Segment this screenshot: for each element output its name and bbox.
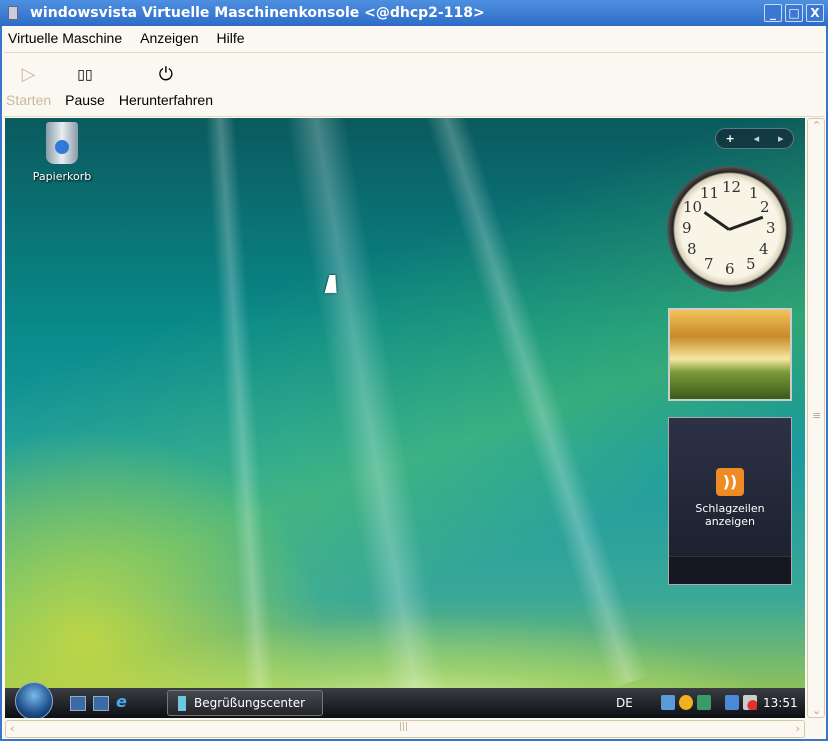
task-label: Begrüßungscenter bbox=[194, 696, 306, 710]
power-icon: ⏻ bbox=[158, 64, 174, 84]
clock-number: 2 bbox=[760, 198, 770, 216]
shutdown-label: Herunterfahren bbox=[118, 92, 214, 108]
horizontal-scrollbar[interactable]: ‹ ||| › bbox=[5, 720, 805, 738]
add-gadget-button[interactable]: + bbox=[725, 132, 734, 145]
language-indicator[interactable]: DE bbox=[616, 696, 633, 710]
clock-number: 1 bbox=[749, 184, 759, 202]
wallpaper-streak bbox=[285, 118, 449, 709]
toolbar: ▷ Starten ▯▯ Pause ⏻ Herunterfahren bbox=[6, 62, 213, 108]
feed-footer bbox=[669, 556, 791, 584]
shutdown-button[interactable]: ⏻ Herunterfahren bbox=[119, 62, 213, 108]
windows-update-icon[interactable] bbox=[661, 695, 675, 710]
prev-button[interactable]: ◂ bbox=[754, 132, 760, 145]
pause-button[interactable]: ▯▯ Pause bbox=[65, 62, 105, 108]
clock-number: 5 bbox=[746, 255, 756, 273]
clock-number: 8 bbox=[687, 240, 697, 258]
clock-number: 3 bbox=[766, 219, 776, 237]
window-title: windowsvista Virtuelle Maschinenkonsole … bbox=[30, 5, 485, 21]
pause-label: Pause bbox=[65, 92, 105, 108]
scroll-left-icon[interactable]: ‹ bbox=[10, 722, 14, 735]
maximize-button[interactable]: □ bbox=[785, 4, 803, 22]
defender-icon[interactable] bbox=[697, 695, 711, 710]
taskbar-item-welcome-center[interactable]: Begrüßungscenter bbox=[167, 690, 323, 716]
wallpaper-streak bbox=[205, 118, 279, 718]
internet-explorer-icon[interactable]: e bbox=[116, 692, 132, 711]
next-button[interactable]: ▸ bbox=[778, 132, 784, 145]
taskbar: e Begrüßungscenter DE 13:51 bbox=[5, 682, 805, 718]
clock-number: 6 bbox=[725, 260, 735, 278]
recycle-bin-icon[interactable]: Papierkorb bbox=[27, 122, 97, 183]
pause-icon: ▯▯ bbox=[77, 66, 93, 82]
clock-number: 9 bbox=[682, 219, 692, 237]
network-icon[interactable] bbox=[725, 695, 739, 710]
hour-hand bbox=[703, 211, 730, 231]
minute-hand bbox=[728, 215, 764, 231]
switch-windows-icon[interactable] bbox=[93, 696, 109, 711]
divider bbox=[4, 52, 824, 53]
divider bbox=[4, 116, 824, 117]
vertical-scrollbar[interactable]: ⌃ ≡ ⌄ bbox=[807, 118, 825, 718]
feed-gadget[interactable]: )) Schlagzeilen anzeigen bbox=[668, 417, 792, 585]
scroll-right-icon[interactable]: › bbox=[796, 722, 800, 735]
menu-virtual-machine[interactable]: Virtuelle Maschine bbox=[6, 30, 124, 50]
recycle-bin-label: Papierkorb bbox=[32, 170, 92, 183]
volume-muted-icon[interactable] bbox=[743, 695, 757, 710]
feed-label[interactable]: Schlagzeilen anzeigen bbox=[695, 502, 764, 528]
menu-view[interactable]: Anzeigen bbox=[138, 30, 200, 50]
start-orb-icon[interactable] bbox=[15, 682, 53, 718]
minimize-button[interactable]: _ bbox=[764, 4, 782, 22]
sidebar-controls: + ◂ ▸ bbox=[715, 128, 794, 149]
scroll-grip-icon[interactable]: ||| bbox=[399, 722, 408, 732]
clock-gadget[interactable]: 12 1 2 3 4 5 6 7 8 9 10 11 bbox=[667, 166, 793, 292]
trash-icon bbox=[46, 122, 78, 164]
app-icon bbox=[8, 6, 18, 20]
scroll-up-icon[interactable]: ⌃ bbox=[812, 119, 821, 132]
security-warning-icon[interactable] bbox=[679, 695, 693, 710]
clock-number: 7 bbox=[704, 255, 714, 273]
scroll-down-icon[interactable]: ⌄ bbox=[812, 704, 821, 717]
clock-number: 4 bbox=[759, 240, 769, 258]
welcome-center-icon bbox=[178, 695, 186, 711]
clock-time[interactable]: 13:51 bbox=[763, 696, 798, 710]
menu-bar: Virtuelle Maschine Anzeigen Hilfe bbox=[6, 30, 247, 50]
slideshow-gadget[interactable] bbox=[668, 308, 792, 401]
start-button[interactable]: ▷ Starten bbox=[6, 62, 51, 108]
menu-help[interactable]: Hilfe bbox=[215, 30, 247, 50]
start-label: Starten bbox=[6, 92, 52, 108]
title-bar: windowsvista Virtuelle Maschinenkonsole … bbox=[0, 0, 828, 26]
wallpaper-streak bbox=[425, 118, 649, 689]
play-icon: ▷ bbox=[21, 64, 36, 84]
show-desktop-icon[interactable] bbox=[70, 696, 86, 711]
vm-display[interactable]: Papierkorb + ◂ ▸ 12 1 2 3 4 5 6 7 8 9 10… bbox=[5, 118, 805, 718]
scroll-grip-icon[interactable]: ≡ bbox=[812, 409, 821, 422]
rss-icon: )) bbox=[716, 468, 744, 496]
close-button[interactable]: X bbox=[806, 4, 824, 22]
clock-number: 12 bbox=[722, 178, 742, 196]
clock-number: 11 bbox=[700, 184, 720, 202]
